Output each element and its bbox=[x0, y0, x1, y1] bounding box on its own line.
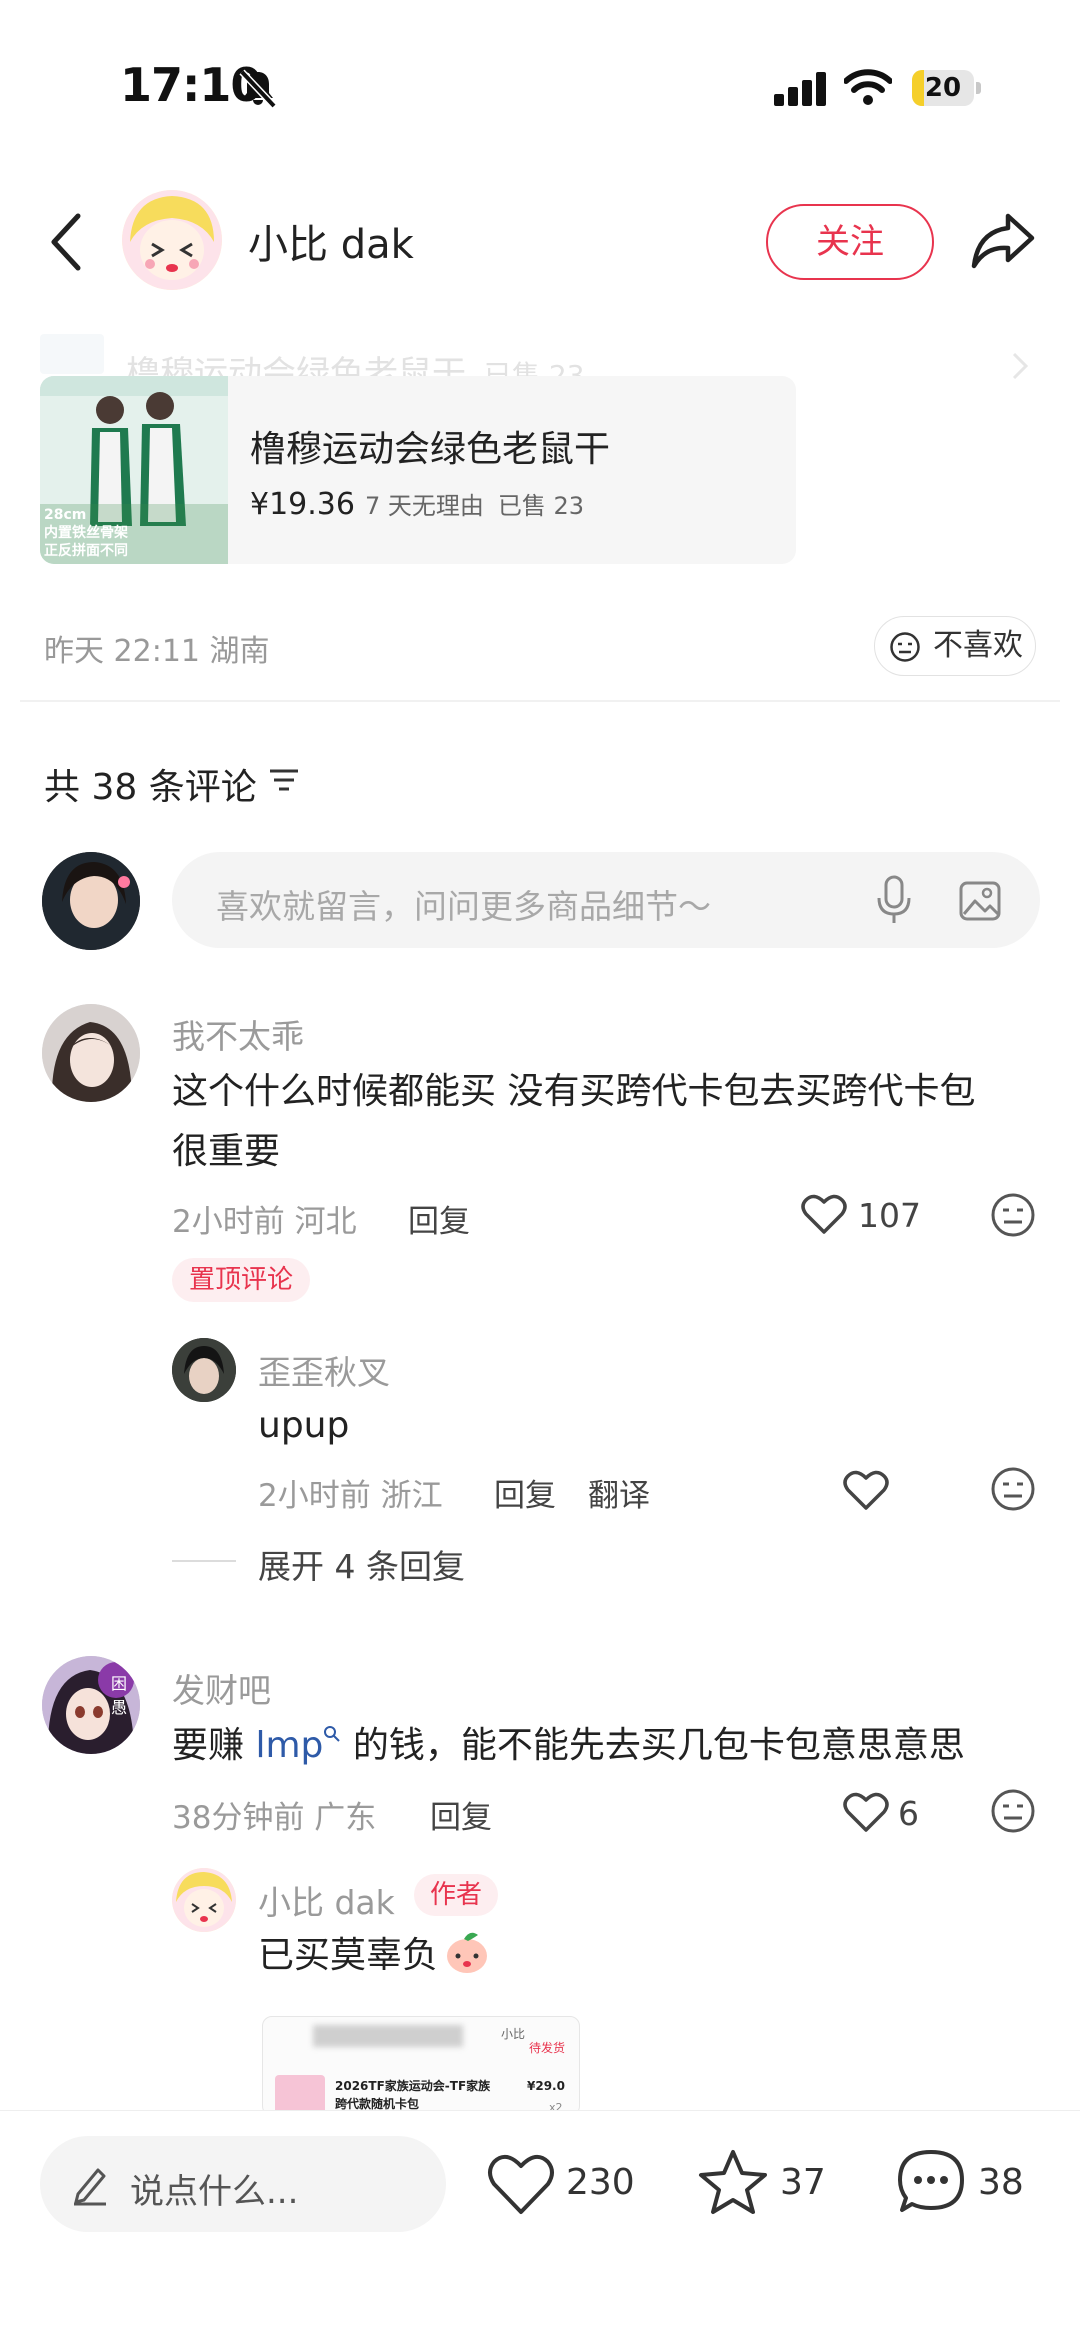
author-username[interactable]: 小比 dak bbox=[248, 212, 414, 270]
reply-text-content: 已买莫辜负 bbox=[258, 1935, 439, 1976]
meh-face-icon bbox=[890, 632, 920, 662]
reply-avatar[interactable] bbox=[172, 1338, 236, 1402]
reply-text: 已买莫辜负 bbox=[258, 1926, 492, 1986]
microphone-icon[interactable] bbox=[874, 874, 914, 926]
product-image-caption-3: 正反拼面不同 bbox=[44, 543, 128, 559]
comment-like-count: 6 bbox=[898, 1794, 919, 1833]
like-heart-icon[interactable] bbox=[486, 2152, 556, 2216]
order-status: 待发货 bbox=[529, 2041, 566, 2055]
product-price-row: ¥19.36 7 天无理由 已售 23 bbox=[250, 486, 584, 522]
comment-author-name[interactable]: 发财吧 bbox=[172, 1664, 271, 1712]
favorite-count: 37 bbox=[780, 2162, 826, 2203]
comment-time-location: 2小时前 河北 bbox=[172, 1204, 357, 1240]
author-badge: 作者 bbox=[414, 1874, 498, 1916]
order-item-title: 2026TF家族运动会-TF家族 bbox=[335, 2079, 491, 2093]
favorite-star-icon[interactable] bbox=[698, 2148, 768, 2216]
battery-indicator: 20 bbox=[912, 70, 982, 106]
expand-replies-button[interactable]: 展开 4 条回复 bbox=[258, 1540, 465, 1588]
order-screenshot-image[interactable]: 小比 待发货 2026TF家族运动会-TF家族 跨代款随机卡包 ¥29.0 x2 bbox=[262, 2016, 580, 2116]
bell-muted-icon bbox=[239, 69, 277, 109]
heart-icon[interactable] bbox=[800, 1192, 848, 1236]
product-image[interactable]: 28cm 内置铁丝骨架 正反拼面不同 bbox=[40, 376, 228, 564]
search-icon[interactable] bbox=[323, 1725, 341, 1743]
ghost-product-thumb bbox=[40, 334, 104, 374]
reply-time-location: 2小时前 浙江 bbox=[258, 1478, 443, 1514]
reply-reply-button[interactable]: 回复 bbox=[494, 1470, 556, 1515]
order-shop: 小比 bbox=[501, 2027, 526, 2041]
back-arrow-icon[interactable] bbox=[46, 212, 86, 272]
comment-reply-button[interactable]: 回复 bbox=[430, 1792, 492, 1837]
current-user-avatar bbox=[42, 852, 140, 950]
comment-count: 38 bbox=[978, 2162, 1024, 2203]
dislike-button[interactable]: 不喜欢 bbox=[874, 616, 1036, 676]
dislike-label: 不喜欢 bbox=[933, 628, 1023, 663]
comment-time-location: 38分钟前 广东 bbox=[172, 1800, 377, 1836]
reply-text: upup bbox=[258, 1405, 350, 1446]
share-icon[interactable] bbox=[970, 210, 1036, 270]
author-avatar[interactable] bbox=[122, 190, 222, 290]
section-divider bbox=[20, 700, 1060, 702]
order-price: ¥29.0 bbox=[527, 2079, 565, 2093]
comment-input-placeholder: 喜欢就留言，问问更多商品细节～ bbox=[216, 887, 711, 926]
chevron-right-icon bbox=[1012, 352, 1029, 380]
wifi-icon bbox=[844, 69, 892, 105]
reply-author-name[interactable]: 歪歪秋叉 bbox=[258, 1346, 390, 1394]
like-count: 230 bbox=[566, 2162, 635, 2203]
comment-text-part: 要赚 bbox=[172, 1725, 256, 1766]
comment-avatar[interactable] bbox=[42, 1004, 140, 1102]
post-time-location: 昨天 22:11 湖南 bbox=[44, 634, 270, 669]
heart-icon[interactable] bbox=[842, 1468, 890, 1512]
product-title[interactable]: 橹穆运动会绿色老鼠干 bbox=[250, 420, 610, 472]
pencil-icon bbox=[74, 2168, 106, 2206]
meh-face-icon[interactable] bbox=[990, 1466, 1036, 1512]
search-link[interactable]: lmp bbox=[255, 1725, 323, 1766]
comment-text-line: 很重要 bbox=[172, 1131, 281, 1172]
meh-face-icon[interactable] bbox=[990, 1192, 1036, 1238]
comment-reply-button[interactable]: 回复 bbox=[408, 1196, 470, 1241]
sort-filter-icon[interactable] bbox=[268, 766, 300, 794]
comment-text-line: 这个什么时候都能买 没有买跨代卡包去买跨代卡包 bbox=[172, 1071, 976, 1112]
product-return-policy: 7 天无理由 bbox=[364, 492, 484, 520]
expand-divider bbox=[172, 1560, 236, 1562]
comment-count-label: 共 38 条评论 bbox=[44, 767, 257, 808]
pinned-comment-badge: 置顶评论 bbox=[172, 1258, 310, 1302]
avatar-badge-text: 困愚 bbox=[110, 1674, 127, 1717]
comment-text: 要赚 lmp 的钱，能不能先去买几包卡包意思意思 bbox=[172, 1716, 965, 1776]
product-price: ¥19.36 bbox=[250, 487, 355, 522]
comment-like-count: 107 bbox=[858, 1196, 921, 1235]
peach-emoji-icon bbox=[447, 1932, 488, 1973]
cellular-signal-icon bbox=[774, 72, 826, 106]
heart-icon[interactable] bbox=[842, 1790, 890, 1834]
meh-face-icon[interactable] bbox=[990, 1788, 1036, 1834]
comment-text-part: 的钱，能不能先去买几包卡包意思意思 bbox=[341, 1725, 965, 1766]
product-sold: 已售 23 bbox=[497, 492, 585, 520]
product-image-caption-2: 内置铁丝骨架 bbox=[44, 525, 128, 541]
battery-level: 20 bbox=[924, 73, 962, 103]
reply-author-name[interactable]: 小比 dak bbox=[258, 1876, 395, 1924]
comment-author-name[interactable]: 我不太乖 bbox=[172, 1010, 304, 1058]
image-upload-icon[interactable] bbox=[958, 880, 1002, 922]
product-image-caption-1: 28cm bbox=[44, 507, 87, 523]
translate-button[interactable]: 翻译 bbox=[588, 1470, 650, 1515]
comment-avatar[interactable]: 困愚 bbox=[42, 1656, 140, 1754]
blurred-shop-name bbox=[313, 2025, 463, 2047]
say-something-placeholder: 说点什么... bbox=[130, 2172, 299, 2212]
reply-avatar[interactable] bbox=[172, 1868, 236, 1932]
follow-button[interactable]: 关注 bbox=[766, 204, 934, 280]
comment-bubble-icon[interactable] bbox=[896, 2148, 966, 2216]
